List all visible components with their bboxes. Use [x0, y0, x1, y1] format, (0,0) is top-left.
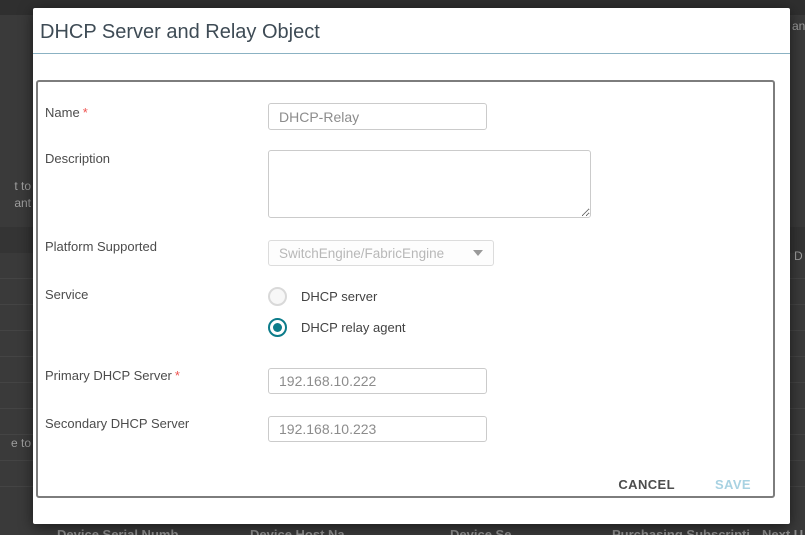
background-text-fragment: t to	[14, 179, 31, 193]
title-divider	[33, 53, 790, 54]
platform-select-value: SwitchEngine/FabricEngine	[279, 245, 445, 261]
name-label: Name *	[45, 105, 88, 120]
description-textarea[interactable]	[268, 150, 591, 218]
primary-dhcp-server-label-text: Primary DHCP Server	[45, 368, 172, 383]
save-button[interactable]: SAVE	[713, 473, 753, 496]
background-column-header: Purchasing Subscripti	[612, 527, 750, 535]
background-column-header: Device Host Na	[250, 527, 345, 535]
background-text-fragment: an	[792, 19, 805, 33]
dialog-form-panel: Name* Description Platform Supported Swi…	[36, 80, 775, 498]
dhcp-dialog: DHCP Server and Relay Object Name* Descr…	[33, 8, 790, 524]
radio-option-label: DHCP relay agent	[301, 320, 406, 335]
screen: t to ant e to an D Device Serial Numb De…	[0, 0, 805, 535]
radio-option-dhcp-server[interactable]: DHCP server	[268, 287, 377, 306]
radio-option-label: DHCP server	[301, 289, 378, 304]
dialog-button-row: CANCEL SAVE	[616, 473, 753, 496]
background-column-header: Device Serial Numb	[57, 527, 179, 535]
primary-dhcp-server-input[interactable]	[268, 368, 487, 394]
background-text-fragment: e to	[10, 436, 31, 450]
description-label: Description	[45, 151, 111, 166]
name-input[interactable]	[268, 103, 487, 130]
required-asterisk: *	[174, 368, 180, 383]
platform-select[interactable]: SwitchEngine/FabricEngine	[268, 240, 494, 266]
secondary-dhcp-server-input[interactable]	[268, 416, 487, 442]
cancel-button[interactable]: CANCEL	[616, 473, 677, 496]
required-asterisk: *	[82, 105, 88, 120]
background-text-fragment: D	[794, 249, 803, 263]
chevron-down-icon	[473, 250, 483, 256]
name-label-text: Name	[45, 105, 80, 120]
radio-selected-icon[interactable]	[268, 318, 287, 337]
radio-option-dhcp-relay-agent[interactable]: DHCP relay agent	[268, 318, 406, 337]
background-column-header: Device Se	[450, 527, 512, 535]
dialog-title: DHCP Server and Relay Object	[40, 21, 320, 43]
background-text-fragment: ant	[14, 196, 31, 210]
primary-dhcp-server-label: Primary DHCP Server *	[45, 368, 180, 383]
background-column-header: Next U	[762, 527, 804, 535]
radio-unselected-icon[interactable]	[268, 287, 287, 306]
secondary-dhcp-server-label: Secondary DHCP Server	[45, 416, 190, 431]
service-label: Service	[45, 287, 89, 302]
platform-supported-label: Platform Supported	[45, 239, 158, 254]
